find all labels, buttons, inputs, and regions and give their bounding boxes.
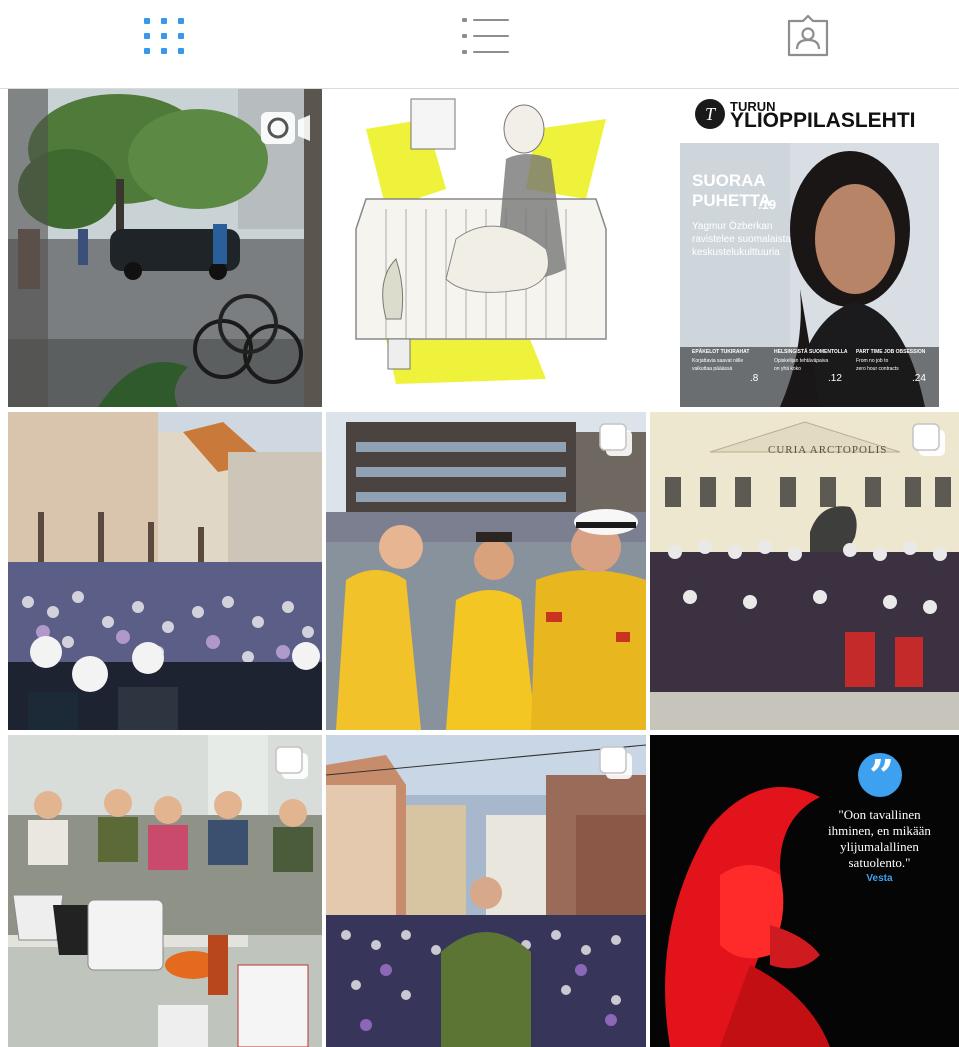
list-icon [462,18,509,54]
carousel-icon [599,423,632,456]
building-inscription: CURIA ARCTOPOLIS [768,444,888,456]
magazine-footer-1-page: .8 [750,373,759,384]
post-thumbnail-5[interactable] [326,412,646,730]
magazine-teaser-1: Yagmur Özberkan [692,221,773,232]
tab-grid[interactable] [134,8,194,64]
quote-line-4: satuolento." [848,855,911,870]
red-portrait-image [650,735,959,1047]
carousel-icon [275,746,308,779]
magazine-footer-3-sub: zero hour contracts [856,366,899,372]
illustration-image [326,89,646,407]
crowd-image [8,412,322,730]
post-thumbnail-6[interactable]: CURIA ARCTOPOLIS [650,412,959,730]
quote-line-2: ihminen, en mikään [828,823,931,838]
magazine-footer-1-title: EPÄKELOT TUKIRAHAT [692,349,750,355]
quote-mark-icon: ” [869,751,895,802]
magazine-footer-3-title: PART TIME JOB OBSESSION [856,349,926,355]
post-thumbnail-7[interactable] [8,735,322,1047]
tab-list[interactable] [456,8,516,64]
carousel-icon [599,746,632,779]
magazine-footer-1-text: Korjattavia saavat niille [692,358,744,364]
post-thumbnail-2[interactable] [326,89,646,407]
magazine-footer-2-sub: on yhä koko [774,366,801,372]
grid-icon [144,18,184,54]
post-thumbnail-8[interactable] [326,735,646,1047]
magazine-teaser-2: ravistelee suomalaista [692,234,791,245]
quote-line-3: ylijumalallinen [840,839,919,854]
post-thumbnail-3[interactable]: T TURUN YLIOPPILASLEHTI SUORAA PUHETTA .… [650,89,959,407]
quote-author: Vesta [866,873,893,884]
profile-tab-bar [0,0,959,88]
magazine-footer-2-title: HELSINGISTÄ SUOMENTOLLA [774,349,848,355]
carousel-icon [912,423,945,456]
magazine-footer-3-page: .24 [912,373,926,384]
magazine-teaser-3: keskustelukulttuuria [692,247,780,258]
post-thumbnail-1[interactable] [8,89,322,407]
video-icon [261,112,310,144]
quote-line-1: "Oon tavallinen [838,807,921,822]
magazine-headline-1: SUORAA [692,171,766,190]
tagged-user-icon [787,14,829,57]
magazine-footer-2-page: .12 [828,373,842,384]
post-thumbnail-9[interactable]: ” "Oon tavallinen ihminen, en mikään yli… [650,735,959,1047]
post-thumbnail-4[interactable] [8,412,322,730]
magazine-footer-2-text: Opiskelijan tehtäväpaiva [774,358,829,364]
magazine-footer-1-sub: vaikuttaa pääässä [692,366,733,372]
magazine-masthead: YLIOPPILASLEHTI [730,109,916,132]
magazine-footer-3-text: From no job to [856,358,889,364]
tab-tagged[interactable] [778,8,838,64]
magazine-page: .19 [758,197,777,212]
